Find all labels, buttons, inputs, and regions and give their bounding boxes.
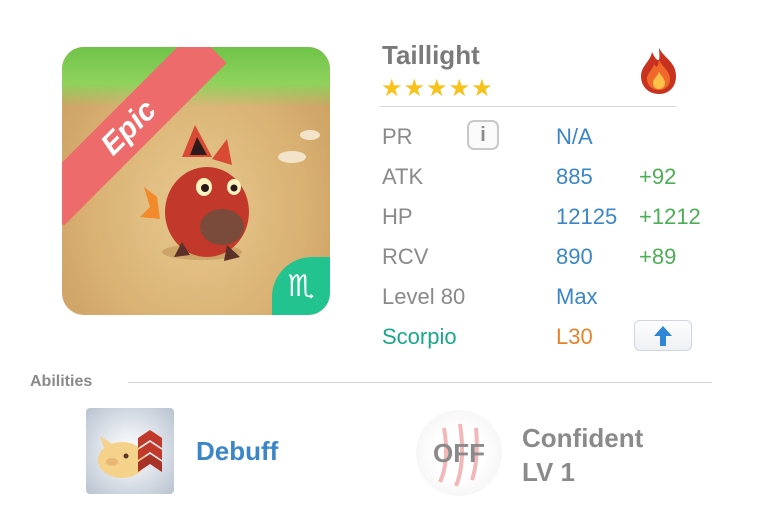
info-button[interactable]: i <box>467 120 499 150</box>
confident-ability-name: Confident <box>522 423 644 453</box>
upgrade-zodiac-button[interactable] <box>634 320 692 351</box>
stat-label-pr: PR <box>382 124 413 149</box>
debuff-ability-name: Debuff <box>196 436 279 466</box>
level-label: Level 80 <box>382 284 466 309</box>
abilities-divider <box>128 382 712 383</box>
ability-off-status: OFF <box>433 437 485 468</box>
zodiac-level: L30 <box>556 324 593 349</box>
zodiac-label: Scorpio <box>382 324 457 349</box>
abilities-section-label: Abilities <box>30 373 93 390</box>
stat-value-rcv: 890 <box>556 244 593 269</box>
fire-icon <box>641 48 676 94</box>
confident-ability-icon[interactable]: OFF <box>416 410 502 496</box>
level-value: Max <box>556 284 598 309</box>
stat-label-rcv: RCV <box>382 244 429 269</box>
stat-bonus-atk: +92 <box>639 164 677 189</box>
monster-name: Taillight <box>382 40 480 70</box>
stat-value-pr: N/A <box>556 124 593 149</box>
stat-bonus-rcv: +89 <box>639 244 677 269</box>
arrow-up-icon <box>654 325 672 346</box>
star-rating: ★★★★★ <box>381 75 494 102</box>
monster-portrait[interactable]: Epic ♏ <box>62 47 330 315</box>
confident-ability-level: LV 1 <box>522 457 575 487</box>
pig-debuff-icon <box>98 430 162 478</box>
stat-label-hp: HP <box>382 204 413 229</box>
debuff-ability-icon[interactable] <box>86 408 174 494</box>
stat-value-hp: 12125 <box>556 204 618 229</box>
info-icon: i <box>480 123 486 146</box>
stat-value-atk: 885 <box>556 164 593 189</box>
stat-bonus-hp: +1212 <box>639 204 701 229</box>
header-divider <box>380 106 676 107</box>
stat-label-atk: ATK <box>382 164 424 189</box>
